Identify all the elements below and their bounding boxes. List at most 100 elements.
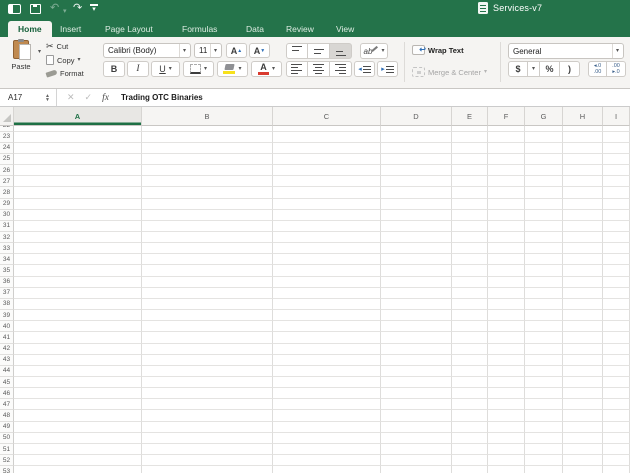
increase-indent-button[interactable]: ▸: [377, 61, 398, 77]
confirm-icon[interactable]: ✓: [85, 92, 93, 103]
cell-A52[interactable]: [14, 455, 142, 466]
cell-F34[interactable]: [488, 254, 525, 265]
cell-A38[interactable]: [14, 299, 142, 310]
cell-G50[interactable]: [525, 433, 563, 444]
row-header-36[interactable]: 36: [0, 277, 14, 288]
row-header-52[interactable]: 52: [0, 455, 14, 466]
row-header-42[interactable]: 42: [0, 344, 14, 355]
increase-font-size-button[interactable]: A▲: [226, 43, 247, 58]
cell-H51[interactable]: [563, 444, 603, 455]
cell-A42[interactable]: [14, 344, 142, 355]
cell-F30[interactable]: [488, 210, 525, 221]
cell-E48[interactable]: [452, 410, 488, 421]
cell-G46[interactable]: [525, 388, 563, 399]
cell-B49[interactable]: [142, 422, 273, 433]
cell-B44[interactable]: [142, 366, 273, 377]
cell-E26[interactable]: [452, 165, 488, 176]
row-header-32[interactable]: 32: [0, 232, 14, 243]
cell-A43[interactable]: [14, 355, 142, 366]
cell-E51[interactable]: [452, 444, 488, 455]
italic-button[interactable]: I: [127, 61, 149, 77]
row-header-49[interactable]: 49: [0, 422, 14, 433]
cell-B51[interactable]: [142, 444, 273, 455]
cell-G25[interactable]: [525, 154, 563, 165]
number-format-select[interactable]: General ▾: [508, 43, 624, 59]
cell-H43[interactable]: [563, 355, 603, 366]
cell-D26[interactable]: [381, 165, 452, 176]
cell-C32[interactable]: [273, 232, 381, 243]
wrap-text-button[interactable]: Wrap Text: [412, 45, 464, 55]
cell-B32[interactable]: [142, 232, 273, 243]
row-header-53[interactable]: 53: [0, 466, 14, 473]
cell-D28[interactable]: [381, 187, 452, 198]
insert-function-icon[interactable]: fx: [102, 93, 109, 103]
column-header-H[interactable]: H: [563, 107, 603, 126]
cell-E50[interactable]: [452, 433, 488, 444]
cancel-icon[interactable]: ✕: [67, 92, 75, 103]
cell-C23[interactable]: [273, 132, 381, 143]
cell-C33[interactable]: [273, 243, 381, 254]
cell-D43[interactable]: [381, 355, 452, 366]
cell-B30[interactable]: [142, 210, 273, 221]
row-header-28[interactable]: 28: [0, 187, 14, 198]
cell-I37[interactable]: [603, 288, 630, 299]
orientation-button[interactable]: ab ▾: [360, 43, 388, 59]
font-color-button[interactable]: A ▾: [251, 61, 282, 77]
cell-C30[interactable]: [273, 210, 381, 221]
cell-G37[interactable]: [525, 288, 563, 299]
comma-style-button[interactable]: ): [560, 61, 580, 77]
cell-A32[interactable]: [14, 232, 142, 243]
cell-A24[interactable]: [14, 143, 142, 154]
cell-E45[interactable]: [452, 377, 488, 388]
row-header-45[interactable]: 45: [0, 377, 14, 388]
cell-H31[interactable]: [563, 221, 603, 232]
cell-E49[interactable]: [452, 422, 488, 433]
cell-G26[interactable]: [525, 165, 563, 176]
cell-B28[interactable]: [142, 187, 273, 198]
cell-H40[interactable]: [563, 321, 603, 332]
cell-F40[interactable]: [488, 321, 525, 332]
cell-H33[interactable]: [563, 243, 603, 254]
tab-page-layout[interactable]: Page Layout: [105, 21, 153, 37]
column-header-F[interactable]: F: [488, 107, 525, 126]
cell-B31[interactable]: [142, 221, 273, 232]
cell-F37[interactable]: [488, 288, 525, 299]
align-bottom-button[interactable]: [330, 43, 352, 59]
cell-C40[interactable]: [273, 321, 381, 332]
cell-C29[interactable]: [273, 199, 381, 210]
cell-A53[interactable]: [14, 466, 142, 473]
cell-C44[interactable]: [273, 366, 381, 377]
currency-style-button[interactable]: $: [508, 61, 528, 77]
cell-F50[interactable]: [488, 433, 525, 444]
cell-F51[interactable]: [488, 444, 525, 455]
cell-F47[interactable]: [488, 399, 525, 410]
cell-B38[interactable]: [142, 299, 273, 310]
cell-E27[interactable]: [452, 176, 488, 187]
cell-C39[interactable]: [273, 310, 381, 321]
row-header-43[interactable]: 43: [0, 355, 14, 366]
cell-A41[interactable]: [14, 332, 142, 343]
cell-C42[interactable]: [273, 344, 381, 355]
column-header-A[interactable]: A: [14, 107, 142, 126]
cell-H42[interactable]: [563, 344, 603, 355]
cell-A27[interactable]: [14, 176, 142, 187]
cell-G39[interactable]: [525, 310, 563, 321]
cell-B45[interactable]: [142, 377, 273, 388]
cell-A29[interactable]: [14, 199, 142, 210]
cell-G51[interactable]: [525, 444, 563, 455]
cell-G24[interactable]: [525, 143, 563, 154]
cell-I25[interactable]: [603, 154, 630, 165]
cell-C50[interactable]: [273, 433, 381, 444]
cell-I34[interactable]: [603, 254, 630, 265]
cell-G53[interactable]: [525, 466, 563, 473]
cell-F44[interactable]: [488, 366, 525, 377]
cell-E41[interactable]: [452, 332, 488, 343]
cell-D42[interactable]: [381, 344, 452, 355]
column-header-G[interactable]: G: [525, 107, 563, 126]
cell-B50[interactable]: [142, 433, 273, 444]
borders-dropdown-icon[interactable]: ▾: [204, 66, 207, 72]
cell-F31[interactable]: [488, 221, 525, 232]
cell-B24[interactable]: [142, 143, 273, 154]
cell-G43[interactable]: [525, 355, 563, 366]
cell-A49[interactable]: [14, 422, 142, 433]
